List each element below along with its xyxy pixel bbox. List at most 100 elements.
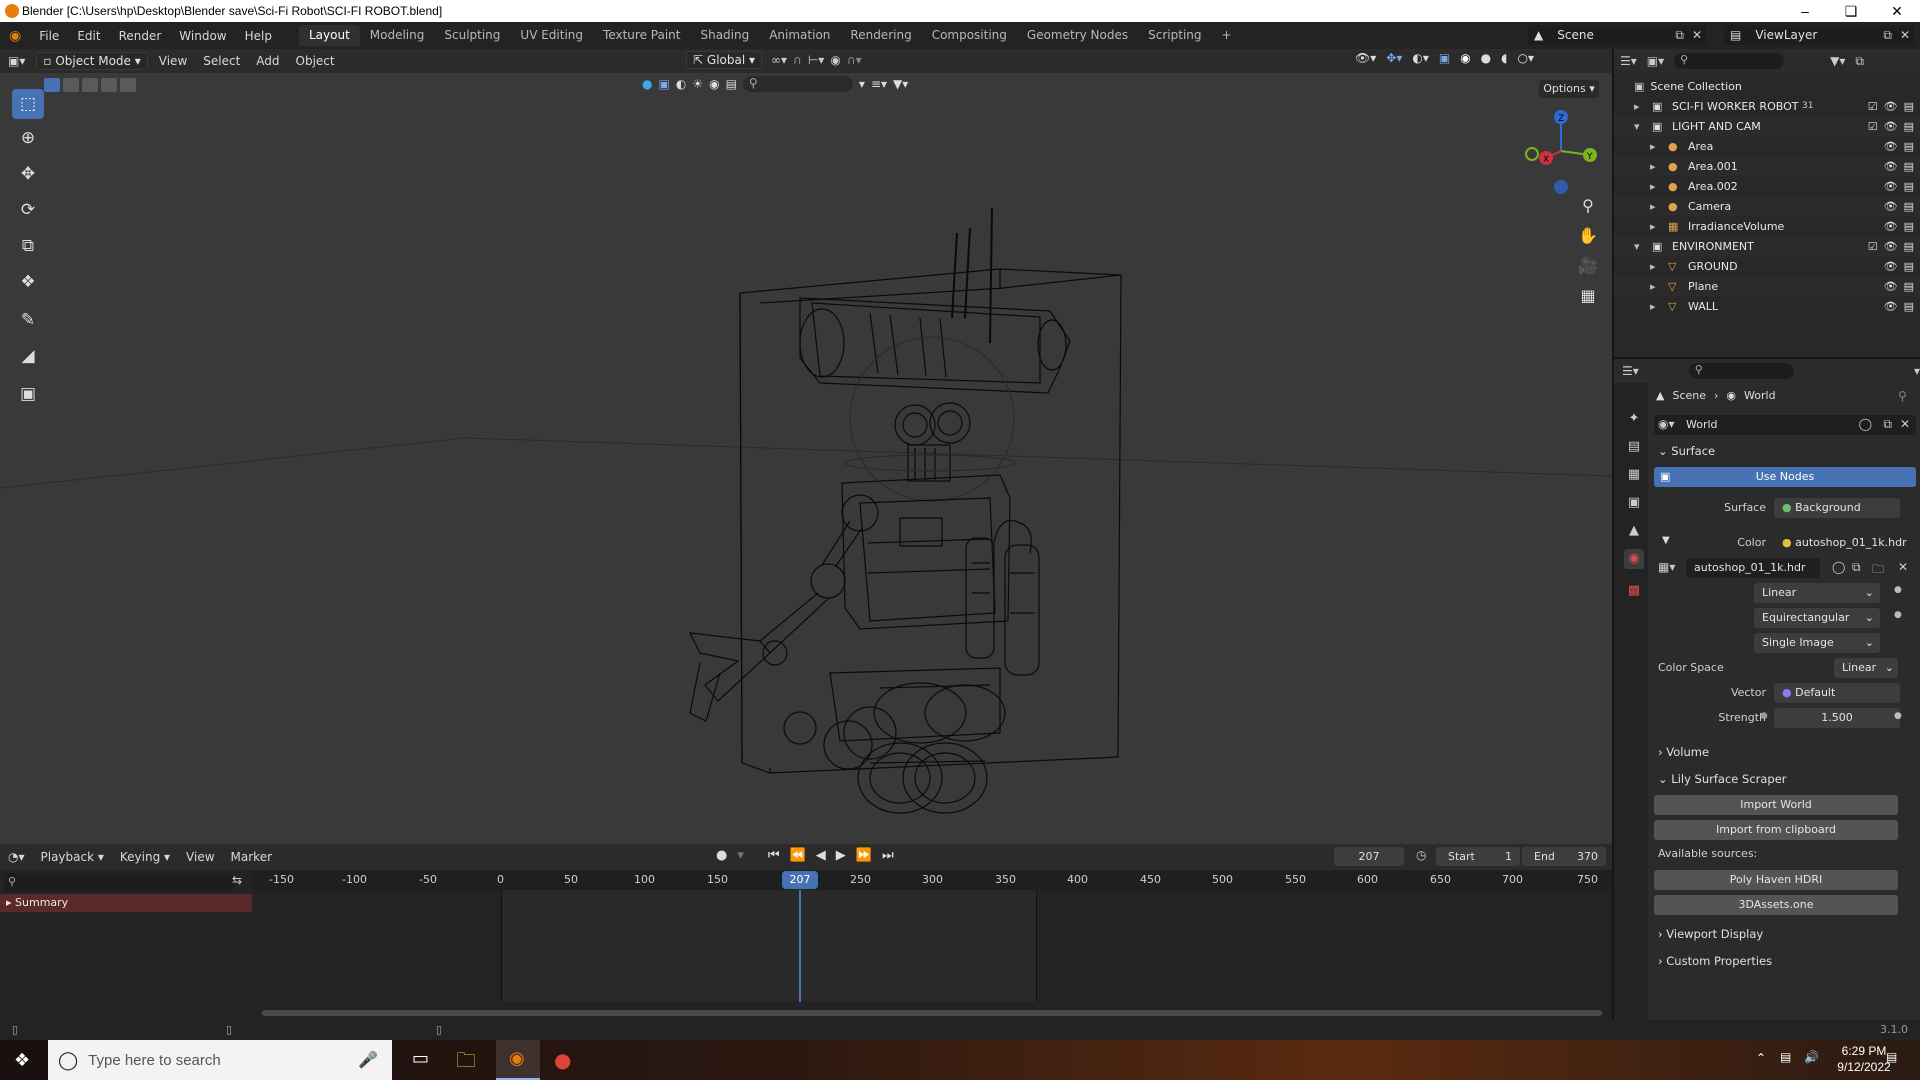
menu-object[interactable]: Object [288, 54, 343, 68]
microphone-icon[interactable]: 🎤 [358, 1050, 378, 1070]
new-scene-icon[interactable]: ⧉ [1675, 28, 1684, 43]
image-fake-user-icon[interactable]: ◯ [1832, 560, 1845, 574]
custom-properties-section-header[interactable]: › Custom Properties [1658, 954, 1772, 968]
xray-toggle-icon[interactable]: ▣ [1439, 51, 1450, 65]
import-clipboard-button[interactable]: Import from clipboard [1654, 820, 1898, 840]
expand-icon[interactable]: ▸ [1650, 200, 1668, 213]
tab-sculpting[interactable]: Sculpting [434, 25, 510, 46]
taskbar-search-box[interactable]: ◯ Type here to search 🎤 [48, 1040, 392, 1080]
network-icon[interactable]: ▤ [1780, 1050, 1791, 1064]
unlink-world-icon[interactable]: ✕ [1900, 417, 1910, 431]
eye-icon[interactable]: 👁 [1884, 200, 1898, 213]
wireframe-shading-icon[interactable]: ◉ [1460, 51, 1470, 65]
windows-start-icon[interactable]: ❖ [14, 1050, 30, 1071]
color-space-dropdown[interactable]: Linear ⌄ [1834, 658, 1898, 678]
surface-shader-field[interactable]: ● Background [1774, 498, 1900, 518]
vector-field[interactable]: ● Default [1774, 683, 1900, 703]
world-tab-icon[interactable]: ◉ [1624, 549, 1644, 569]
snap-target-icon[interactable]: ⊢▾ [808, 53, 824, 67]
view-layer-tab-icon[interactable]: ▣ [1624, 493, 1644, 513]
duplicate-world-icon[interactable]: ⧉ [1883, 417, 1892, 432]
file-explorer-icon[interactable]: 🗀 [456, 1046, 476, 1080]
menu-add[interactable]: Add [248, 54, 287, 68]
properties-search-input[interactable]: ⚲ [1688, 363, 1794, 379]
menu-help[interactable]: Help [236, 29, 281, 43]
gizmo-toggle-icon[interactable]: ✥▾ [1386, 51, 1402, 65]
tab-scripting[interactable]: Scripting [1138, 25, 1211, 46]
checkbox-icon[interactable]: ☑ [1868, 120, 1878, 133]
add-workspace-icon[interactable]: + [1212, 25, 1242, 46]
outliner-row[interactable]: ▾ ▣ ENVIRONMENT ☑ 👁 ▤ [1614, 236, 1920, 256]
image-duplicate-icon[interactable]: ⧉ [1852, 560, 1861, 575]
close-window-button[interactable]: ✕ [1874, 0, 1920, 22]
checkbox-icon[interactable]: ☑ [1868, 100, 1878, 113]
render-tab-icon[interactable]: ▤ [1624, 437, 1644, 457]
render-camera-icon[interactable]: ▤ [1904, 120, 1914, 133]
play-icon[interactable]: ▶ [836, 848, 846, 863]
expand-icon[interactable]: ▸ [1634, 100, 1652, 113]
checkbox-icon[interactable]: ☑ [1868, 240, 1878, 253]
tab-compositing[interactable]: Compositing [922, 25, 1017, 46]
minimize-button[interactable]: – [1782, 0, 1828, 22]
pivot-point-icon[interactable]: ∞▾ [771, 53, 787, 67]
summary-channel[interactable]: ▸ Summary [0, 894, 252, 912]
image-open-folder-icon[interactable]: 🗀 [1872, 560, 1884, 581]
expand-icon[interactable]: ▸ [1650, 140, 1668, 153]
viewlayer-selector[interactable]: ▤ ViewLayer ⧉ ✕ [1724, 25, 1914, 45]
eye-icon[interactable]: 👁 [1884, 140, 1898, 153]
scene-selector[interactable]: ▲ Scene ⧉ ✕ [1528, 25, 1706, 45]
restore-button[interactable]: ❏ [1828, 0, 1874, 22]
outliner-row[interactable]: ▸ ● Area 👁 ▤ [1614, 136, 1920, 156]
keyframe-dot-icon[interactable]: ● [1894, 585, 1902, 595]
source-dropdown[interactable]: Single Image ⌄ [1754, 633, 1880, 653]
lily-section-header[interactable]: ⌄ Lily Surface Scraper [1658, 772, 1787, 786]
eye-icon[interactable]: 👁 [1884, 240, 1898, 253]
expand-icon[interactable]: ▸ [1650, 280, 1668, 293]
tab-geometry-nodes[interactable]: Geometry Nodes [1017, 25, 1138, 46]
editor-type-icon[interactable]: ▣▾ [0, 54, 33, 68]
tab-uv-editing[interactable]: UV Editing [510, 25, 593, 46]
projection-dropdown[interactable]: Equirectangular ⌄ [1754, 608, 1880, 628]
keying-set-icon[interactable]: ▾ [737, 848, 744, 863]
rendered-shading-icon[interactable]: ○▾ [1517, 51, 1534, 65]
snap-icon[interactable]: ∩ [793, 53, 802, 67]
eye-icon[interactable]: 👁 [1884, 280, 1898, 293]
camera-view-icon[interactable]: 🎥 [1575, 253, 1601, 279]
render-camera-icon[interactable]: ▤ [1904, 160, 1914, 173]
overlay-toggle-icon[interactable]: ◐▾ [1412, 51, 1429, 65]
current-frame-field[interactable]: 207 [1334, 847, 1404, 866]
keyframe-dot-icon[interactable]: ● [1894, 610, 1902, 620]
falloff-icon[interactable]: ∩▾ [847, 53, 862, 67]
orientation-dropdown[interactable]: ⇱ Global ▾ [686, 51, 763, 69]
pin-icon[interactable]: ⚲ [1898, 389, 1907, 403]
auto-key-icon[interactable]: ● [716, 848, 727, 863]
3d-viewport[interactable]: ● ▣ ◐ ☀ ◉ ▤ ⚲ ▾ ≡▾ ▼▾ Options ▾ ⬚ ⊕ ✥ ⟳ … [0, 73, 1612, 844]
menu-keying[interactable]: Keying ▾ [112, 850, 178, 864]
eye-icon[interactable]: 👁 [1884, 100, 1898, 113]
menu-select[interactable]: Select [195, 54, 248, 68]
eye-icon[interactable]: 👁 [1884, 160, 1898, 173]
menu-playback[interactable]: Playback ▾ [33, 850, 112, 864]
outliner-editor-icon[interactable]: ☰▾ [1620, 54, 1637, 68]
perspective-grid-icon[interactable]: ▦ [1575, 283, 1601, 309]
tab-animation[interactable]: Animation [759, 25, 840, 46]
tool-tab-icon[interactable]: ✦ [1624, 409, 1644, 429]
volume-section-header[interactable]: › Volume [1658, 745, 1709, 759]
expand-icon[interactable]: ▸ [1650, 160, 1668, 173]
interpolation-dropdown[interactable]: Linear ⌄ [1754, 583, 1880, 603]
timeline-area[interactable]: ⚲ ⇆ ▸ Summary -150 -100 -50 0 50 100 150… [0, 870, 1612, 1020]
outliner-row[interactable]: ▸ ▽ Plane 👁 ▤ [1614, 276, 1920, 296]
start-frame-field[interactable]: Start 1 [1436, 847, 1520, 866]
surface-section-header[interactable]: ⌄ Surface [1658, 444, 1715, 458]
tray-chevron-icon[interactable]: ⌃ [1756, 1051, 1766, 1065]
output-tab-icon[interactable]: ▦ [1624, 465, 1644, 485]
timeline-scrollbar[interactable] [262, 1010, 1602, 1016]
solid-shading-icon[interactable]: ● [1481, 51, 1491, 65]
dopesheet-region[interactable]: -150 -100 -50 0 50 100 150 250 300 350 4… [252, 870, 1612, 1020]
properties-options-icon[interactable]: ▾ [1914, 364, 1920, 378]
world-datablock-selector[interactable]: ◉▾ World ◯ ⧉ ✕ [1654, 415, 1916, 435]
render-camera-icon[interactable]: ▤ [1904, 200, 1914, 213]
strength-field[interactable]: 1.500 [1774, 708, 1900, 728]
menu-timeline-view[interactable]: View [178, 850, 222, 864]
render-camera-icon[interactable]: ▤ [1904, 300, 1914, 313]
